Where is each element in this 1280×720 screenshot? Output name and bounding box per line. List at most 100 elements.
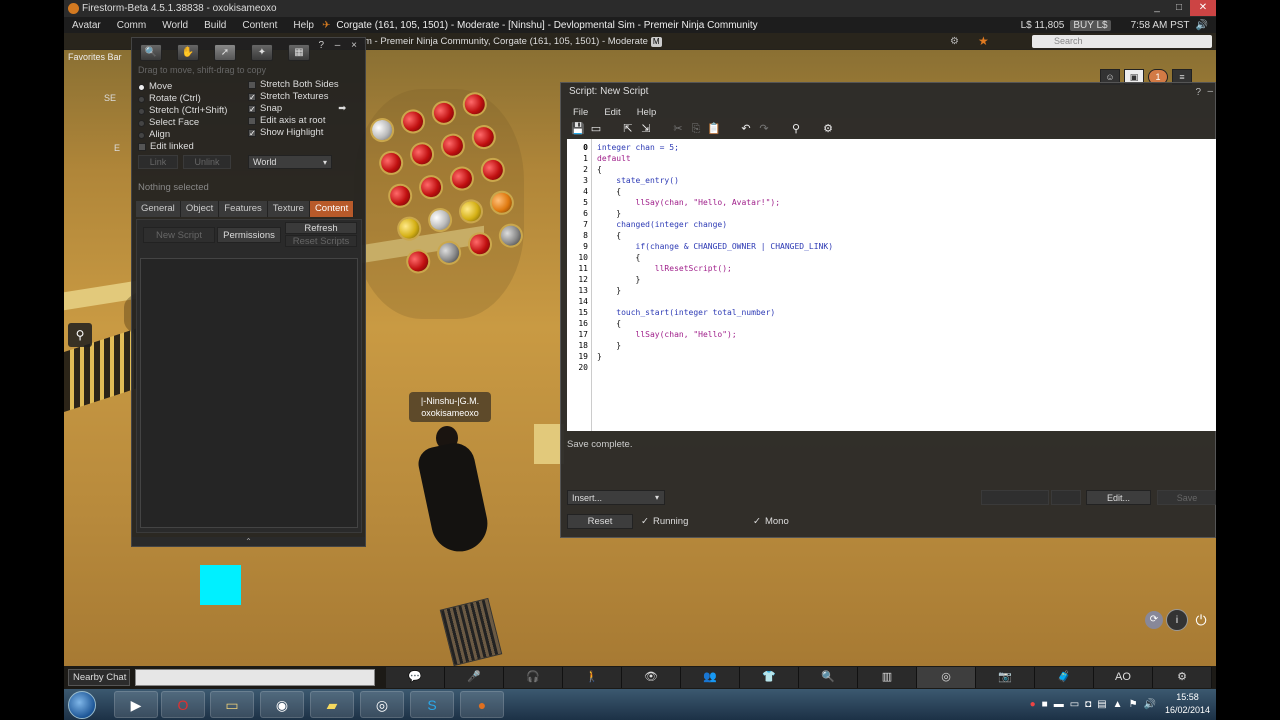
redo-icon[interactable]: ↷ — [757, 122, 771, 136]
minimap[interactable]: SE E — [104, 85, 120, 153]
avatar[interactable] — [415, 426, 494, 557]
tab-general[interactable]: General — [136, 201, 181, 217]
option-show-highlight[interactable]: ✓ Show Highlight — [248, 127, 358, 139]
skype-icon[interactable]: S — [410, 691, 454, 718]
tab-content[interactable]: Content — [309, 201, 355, 217]
maximize-button[interactable]: □ — [1168, 0, 1190, 16]
option-stretch[interactable]: Stretch (Ctrl+Shift) — [138, 105, 258, 117]
info-icon[interactable]: i — [1166, 609, 1188, 631]
option-select-face[interactable]: Select Face — [138, 117, 258, 129]
load-icon[interactable]: ▭ — [589, 122, 603, 136]
media-player-icon[interactable]: ▶ — [114, 691, 158, 718]
board-button[interactable] — [478, 155, 508, 185]
collapse-chevron-icon[interactable]: ⌃ — [132, 537, 365, 546]
option-stretch-textures[interactable]: ✓ Stretch Textures — [248, 91, 358, 103]
script-menu-file[interactable]: File — [573, 107, 588, 118]
edit-tool-icon[interactable]: ➚ — [214, 44, 236, 61]
walk-icon[interactable]: 🚶 — [563, 667, 622, 688]
save-icon[interactable]: 💾 — [571, 122, 585, 136]
create-tool-icon[interactable]: ✦ — [251, 44, 273, 61]
reset-button[interactable]: Reset — [567, 514, 633, 529]
inventory-icon[interactable]: 🧳 — [1035, 667, 1094, 688]
option-edit-axis-root[interactable]: Edit axis at root — [248, 115, 358, 127]
grab-tool-icon[interactable]: ✋ — [177, 44, 199, 61]
headset-icon[interactable]: 🎧 — [504, 667, 563, 688]
board-button[interactable] — [385, 181, 415, 210]
ruler-mode-select[interactable]: World — [248, 155, 332, 169]
close-button[interactable]: ✕ — [1190, 0, 1216, 16]
load-from-disk-icon[interactable]: ⇲ — [639, 122, 653, 136]
unlink-button[interactable]: Unlink — [183, 155, 231, 169]
script-menu-help[interactable]: Help — [637, 107, 657, 118]
flag-icon[interactable]: ⚑ — [1129, 699, 1138, 710]
speak-icon[interactable]: ⟳ — [1145, 611, 1163, 629]
radar-icon[interactable]: ◎ — [917, 667, 976, 688]
tray-icon[interactable]: ▭ — [1070, 699, 1079, 710]
snapshot-icon[interactable]: 📷 — [976, 667, 1035, 688]
new-script-button[interactable]: New Script — [143, 227, 215, 243]
tab-features[interactable]: Features — [219, 201, 268, 217]
tab-texture[interactable]: Texture — [267, 201, 310, 217]
content-inventory-list[interactable] — [140, 258, 358, 528]
insert-dropdown[interactable]: Insert... — [567, 490, 665, 505]
volume-icon[interactable]: 🔊 — [1144, 699, 1156, 710]
save-to-disk-icon[interactable]: ⇱ — [621, 122, 635, 136]
location-bar[interactable]: m - Premeir Ninja Community, Corgate (16… — [364, 33, 662, 50]
search-input[interactable]: Search — [1032, 35, 1212, 48]
reset-scripts-button[interactable]: Reset Scripts — [285, 235, 357, 247]
ao-button[interactable]: AO — [1094, 667, 1153, 688]
script-menu-edit[interactable]: Edit — [604, 107, 620, 118]
mono-checkbox[interactable]: ✓ Mono — [753, 516, 789, 527]
opera-icon[interactable]: O — [161, 691, 205, 718]
board-button[interactable] — [456, 197, 486, 226]
settings-gear-icon[interactable]: ⚙ — [821, 122, 835, 136]
board-button[interactable] — [407, 140, 437, 169]
option-rotate[interactable]: Rotate (Ctrl) — [138, 93, 258, 105]
buy-currency-button[interactable]: BUY L$ — [1070, 19, 1111, 31]
menu-build[interactable]: Build — [196, 20, 234, 31]
board-button[interactable] — [465, 229, 495, 259]
search-icon[interactable]: 🔍 — [799, 667, 858, 688]
record-icon[interactable]: ● — [1030, 699, 1036, 710]
firestorm-taskbar-icon[interactable]: ● — [460, 691, 504, 718]
save-button[interactable]: Save — [1157, 490, 1216, 505]
microphone-icon[interactable]: 🎤 — [445, 667, 504, 688]
focus-tool-icon[interactable]: 🔍 — [140, 44, 162, 61]
search-icon[interactable]: ⚲ — [789, 122, 803, 136]
help-icon[interactable]: ? — [1195, 87, 1201, 98]
menu-world[interactable]: World — [154, 20, 196, 31]
menu-comm[interactable]: Comm — [109, 20, 154, 31]
tray-icon[interactable]: ■ — [1042, 699, 1048, 710]
explorer-folder-icon[interactable]: ▭ — [210, 691, 254, 718]
option-edit-linked[interactable]: Edit linked — [138, 141, 258, 153]
board-button[interactable] — [376, 148, 406, 178]
edit-button[interactable]: Edit... — [1086, 490, 1151, 505]
menu-avatar[interactable]: Avatar — [64, 20, 109, 31]
location-pin-icon[interactable]: ⚲ — [68, 323, 92, 347]
board-button[interactable] — [496, 221, 526, 250]
board-button[interactable] — [429, 98, 459, 128]
option-move[interactable]: Move — [138, 81, 258, 93]
camera-view-icon[interactable]: 👁 — [622, 667, 681, 688]
refresh-button[interactable]: Refresh — [285, 222, 357, 234]
power-icon[interactable]: ⏻ — [1190, 609, 1212, 631]
board-button[interactable] — [367, 115, 397, 145]
favorite-star-icon[interactable]: ★ — [978, 33, 989, 50]
minimize-button[interactable]: _ — [1146, 0, 1168, 16]
link-button[interactable]: Link — [138, 155, 178, 169]
board-button[interactable] — [404, 247, 433, 276]
snap-arrow-icon[interactable]: ➡ — [338, 103, 346, 115]
appearance-icon[interactable]: 👕 — [740, 667, 799, 688]
build-floater-controls[interactable]: ? – × — [318, 40, 361, 51]
cyan-prim[interactable] — [200, 565, 241, 605]
option-stretch-both-sides[interactable]: Stretch Both Sides — [248, 79, 358, 91]
tray-icon[interactable]: ◘ — [1085, 699, 1091, 710]
minimize-icon[interactable]: – — [1207, 86, 1213, 97]
board-button[interactable] — [469, 122, 499, 152]
taskbar-clock[interactable]: 15:58 16/02/2014 — [1165, 691, 1210, 717]
board-button[interactable] — [416, 172, 446, 202]
map-icon[interactable]: ▥ — [858, 667, 917, 688]
nearby-chat-button[interactable]: Nearby Chat — [68, 669, 130, 686]
tab-object[interactable]: Object — [180, 201, 220, 217]
undo-icon[interactable]: ↶ — [739, 122, 753, 136]
